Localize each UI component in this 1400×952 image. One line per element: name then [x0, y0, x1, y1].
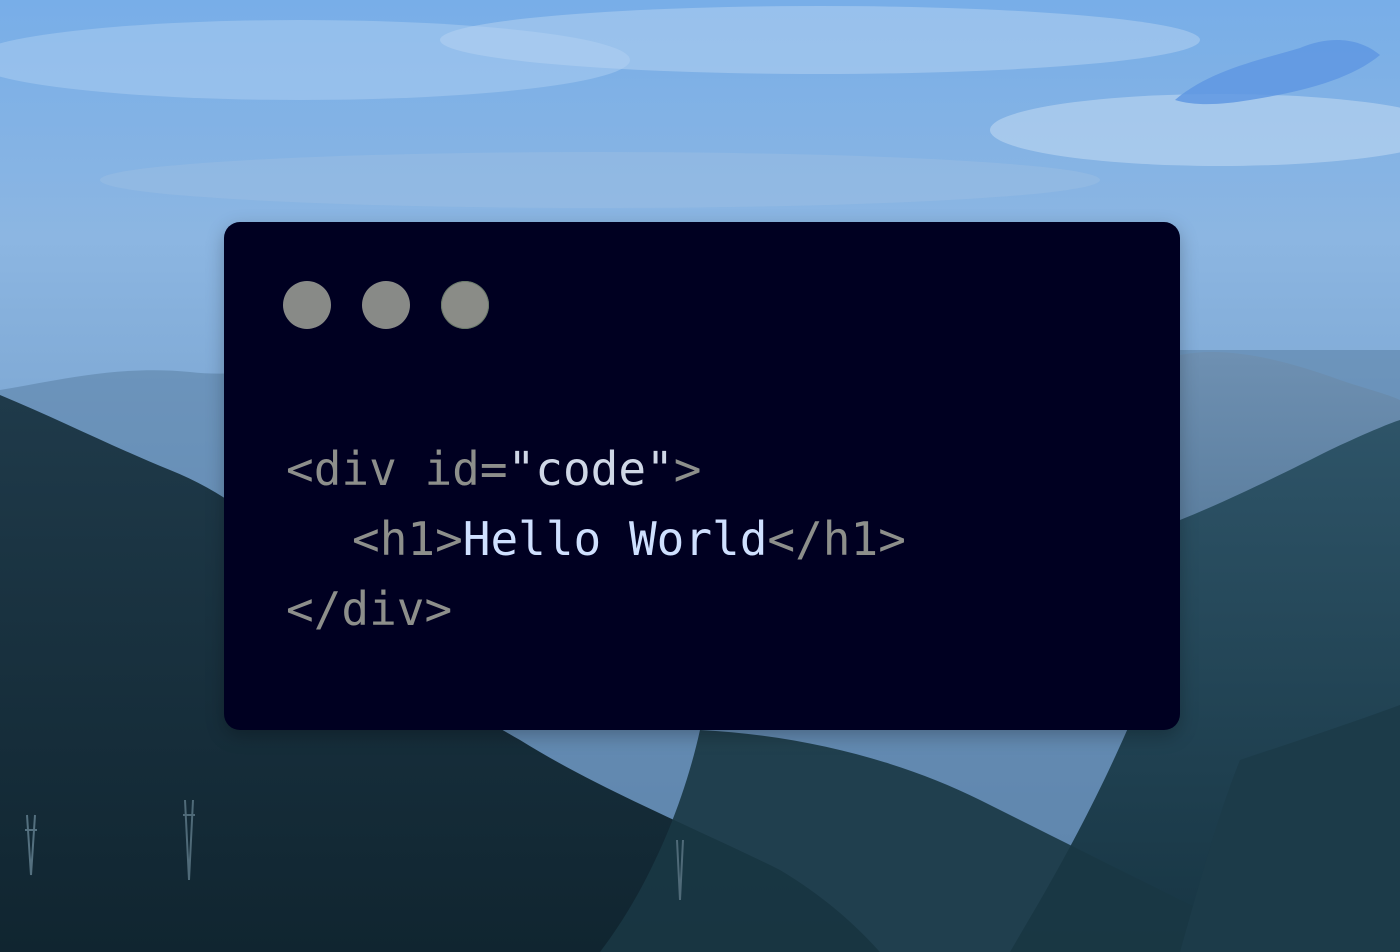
code-line-1-attr-value: "code" — [507, 442, 674, 496]
code-line-2: <h1>Hello World</h1> — [286, 504, 906, 574]
window-controls — [283, 281, 489, 329]
maximize-dot-icon[interactable] — [441, 281, 489, 329]
close-dot-icon[interactable] — [283, 281, 331, 329]
code-line-1-open: <div id= — [286, 442, 508, 496]
code-line-3-close-tag: </div> — [286, 582, 453, 636]
code-line-1: <div id="code"> — [286, 434, 906, 504]
code-line-2-open-tag: <h1> — [352, 512, 463, 566]
code-block: <div id="code"> <h1>Hello World</h1> </div… — [286, 434, 906, 644]
code-line-2-content: Hello World — [462, 512, 768, 566]
code-line-1-close: > — [673, 442, 702, 496]
code-line-3: </div> — [286, 574, 906, 644]
code-window: <div id="code"> <h1>Hello World</h1> </div… — [224, 222, 1180, 730]
code-line-2-close-tag: </h1> — [767, 512, 906, 566]
minimize-dot-icon[interactable] — [362, 281, 410, 329]
